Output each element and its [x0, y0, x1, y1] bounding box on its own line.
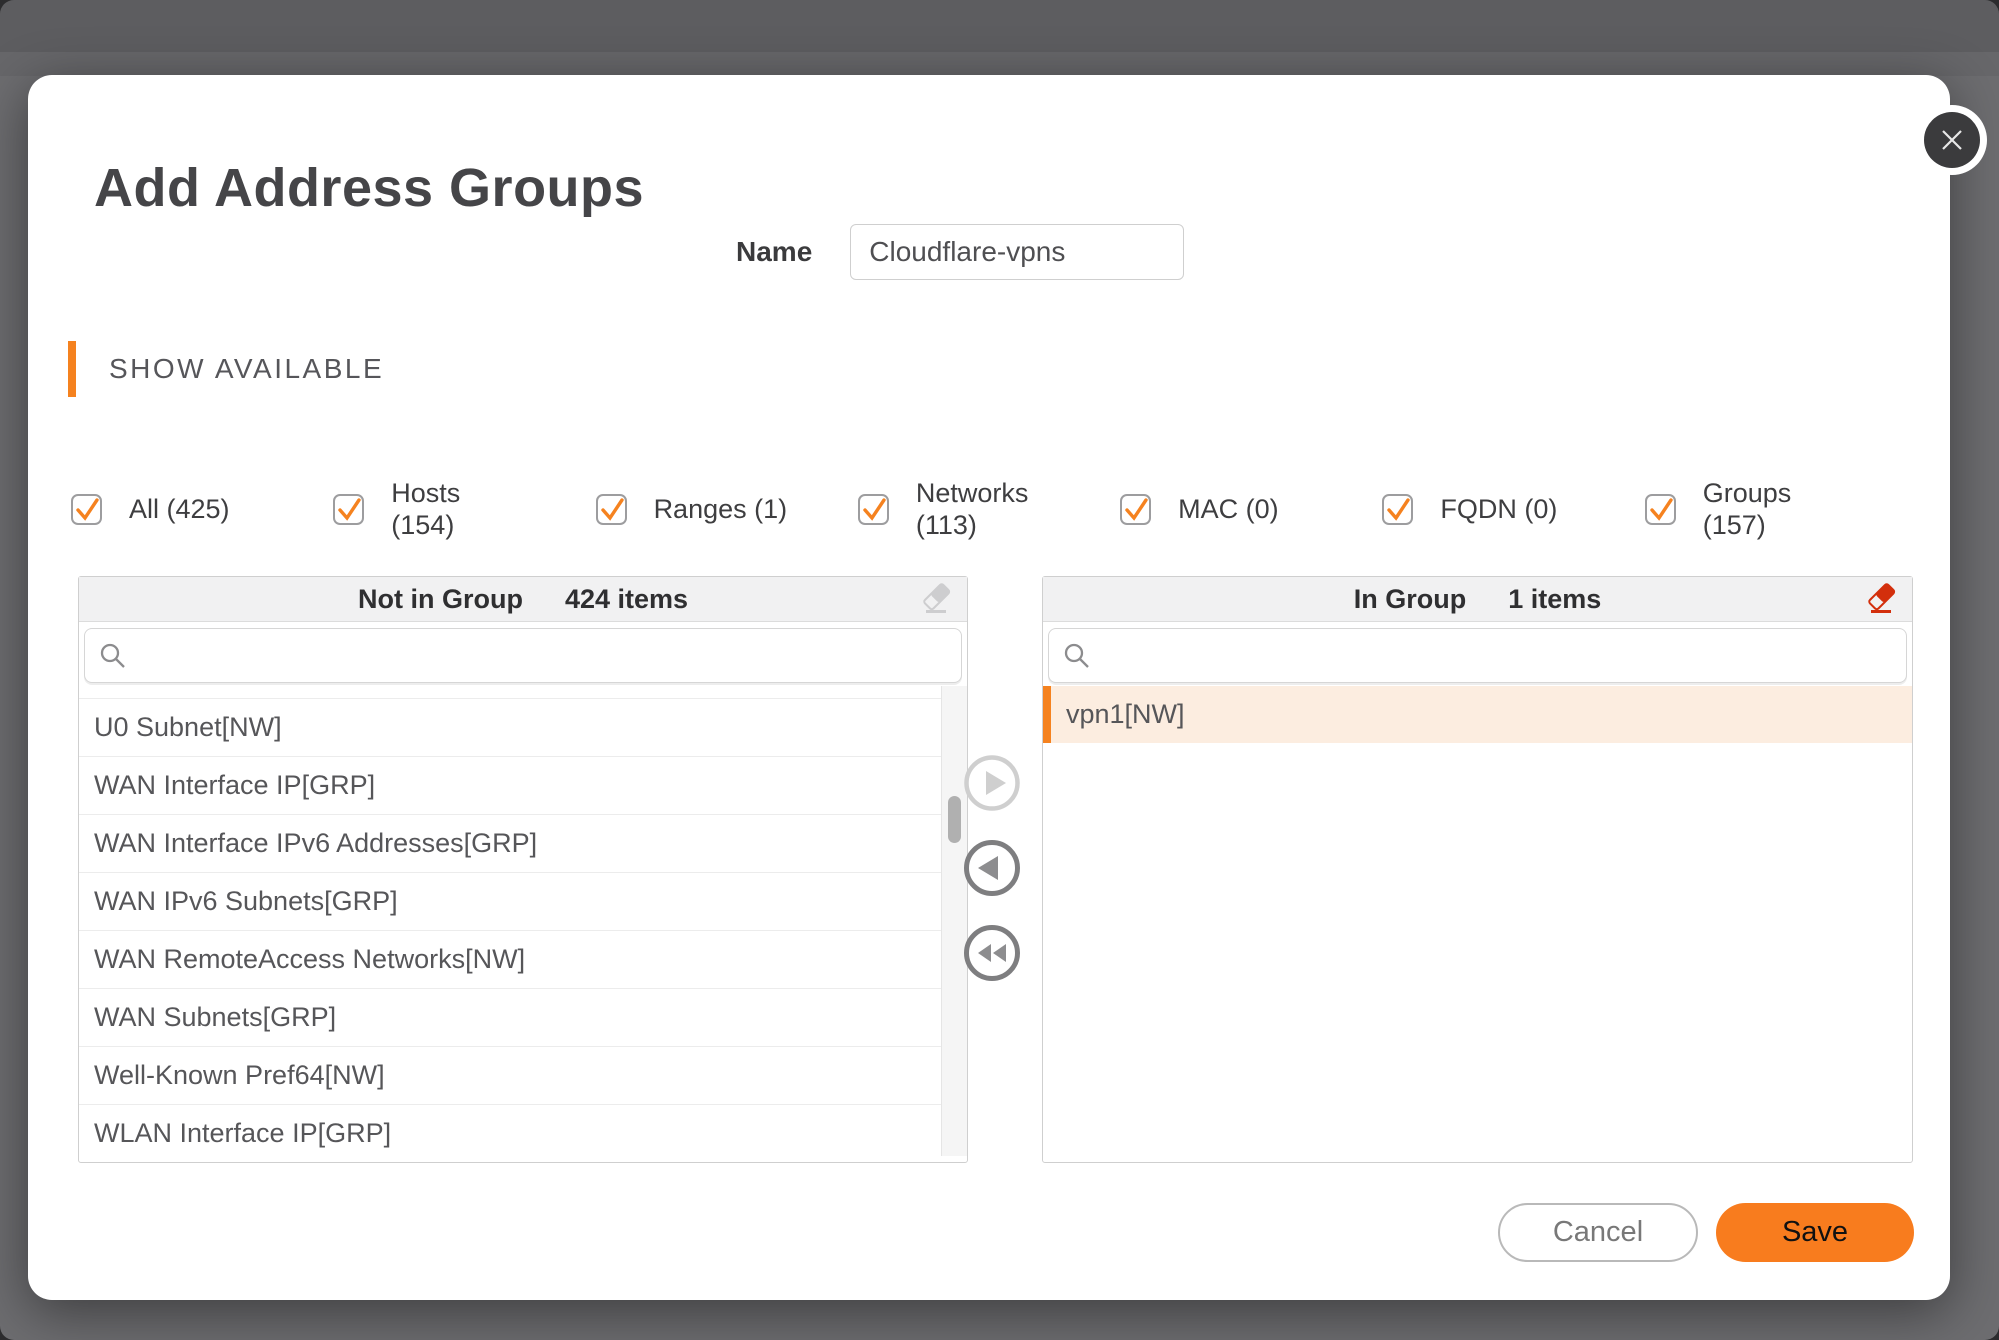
dimmed-app-tabs-strip	[0, 52, 1999, 76]
list-item-selected[interactable]: vpn1[NW]	[1043, 686, 1912, 743]
check-icon	[73, 496, 100, 523]
panel-title: In Group	[1354, 584, 1466, 615]
filter-fqdn[interactable]: FQDN (0)	[1382, 473, 1644, 545]
not-in-group-search	[84, 628, 962, 683]
check-icon	[1384, 496, 1411, 523]
panel-title: Not in Group	[358, 584, 523, 615]
in-group-search	[1048, 628, 1907, 683]
name-field-row: Name	[736, 223, 1184, 280]
checkbox-fqdn[interactable]	[1382, 494, 1413, 525]
dimmed-app-topbar	[0, 0, 1999, 52]
check-icon	[598, 496, 625, 523]
check-icon	[1647, 496, 1674, 523]
list-item[interactable]: WLAN Interface IP[GRP]	[79, 1105, 967, 1156]
filter-networks[interactable]: Networks (113)	[858, 473, 1120, 545]
move-left-button[interactable]	[963, 839, 1021, 897]
list-item[interactable]: Well-Known Pref64[NW]	[79, 1047, 967, 1105]
filter-mac[interactable]: MAC (0)	[1120, 473, 1382, 545]
filter-label: Ranges (1)	[654, 493, 788, 525]
clear-right-list-button[interactable]	[1862, 581, 1900, 619]
name-input[interactable]	[850, 224, 1184, 280]
list-item[interactable]: WAN Subnets[GRP]	[79, 989, 967, 1047]
arrow-left-circle-icon	[963, 839, 1021, 897]
not-in-group-search-input[interactable]	[140, 629, 961, 682]
move-right-button[interactable]	[963, 754, 1021, 812]
list-item-partial	[79, 686, 967, 699]
accent-bar	[68, 341, 76, 397]
filter-ranges[interactable]: Ranges (1)	[596, 473, 858, 545]
not-in-group-header: Not in Group 424 items	[79, 577, 967, 622]
clear-left-list-button[interactable]	[917, 581, 955, 619]
panel-item-count: 424 items	[565, 584, 688, 615]
filter-all[interactable]: All (425)	[71, 473, 333, 545]
filter-label: Groups (157)	[1703, 477, 1838, 542]
filter-label: All (425)	[129, 493, 230, 525]
search-icon	[98, 641, 128, 671]
list-item[interactable]: WAN IPv6 Subnets[GRP]	[79, 873, 967, 931]
close-button[interactable]	[1924, 112, 1980, 168]
name-label: Name	[736, 236, 812, 268]
in-group-header: In Group 1 items	[1043, 577, 1912, 622]
add-address-groups-dialog: Add Address Groups Name SHOW AVAILABLE A…	[28, 75, 1950, 1300]
close-icon	[1937, 125, 1967, 155]
filter-groups[interactable]: Groups (157)	[1645, 473, 1907, 545]
list-item[interactable]: WAN Interface IP[GRP]	[79, 757, 967, 815]
checkbox-all[interactable]	[71, 494, 102, 525]
in-group-search-input[interactable]	[1104, 629, 1906, 682]
filter-label: Networks (113)	[916, 477, 1041, 542]
show-available-section-header: SHOW AVAILABLE	[68, 340, 384, 397]
scrollbar-thumb[interactable]	[948, 796, 961, 843]
check-icon	[1122, 496, 1149, 523]
dialog-title: Add Address Groups	[94, 157, 644, 219]
save-button[interactable]: Save	[1716, 1203, 1914, 1262]
type-filter-row: All (425) Hosts (154) Ranges (1) Network…	[71, 473, 1907, 545]
checkbox-ranges[interactable]	[596, 494, 627, 525]
list-item[interactable]: WAN RemoteAccess Networks[NW]	[79, 931, 967, 989]
move-all-left-button[interactable]	[963, 924, 1021, 982]
dimmed-background-overlay: Add Address Groups Name SHOW AVAILABLE A…	[0, 0, 1999, 1340]
filter-label: MAC (0)	[1178, 493, 1279, 525]
checkbox-mac[interactable]	[1120, 494, 1151, 525]
checkbox-networks[interactable]	[858, 494, 889, 525]
checkbox-hosts[interactable]	[333, 494, 364, 525]
in-group-list: vpn1[NW]	[1043, 686, 1912, 1156]
transfer-button-column	[963, 754, 1021, 982]
filter-hosts[interactable]: Hosts (154)	[333, 473, 595, 545]
eraser-icon	[918, 581, 954, 617]
list-item[interactable]: U0 Subnet[NW]	[79, 699, 967, 757]
filter-label: Hosts (154)	[391, 477, 526, 542]
eraser-icon	[1863, 581, 1899, 617]
not-in-group-list: U0 Subnet[NW] WAN Interface IP[GRP] WAN …	[79, 686, 967, 1156]
panel-item-count: 1 items	[1508, 584, 1601, 615]
list-item[interactable]: WAN Interface IPv6 Addresses[GRP]	[79, 815, 967, 873]
check-icon	[860, 496, 887, 523]
filter-label: FQDN (0)	[1440, 493, 1557, 525]
double-arrow-left-circle-icon	[963, 924, 1021, 982]
not-in-group-panel: Not in Group 424 items	[78, 576, 968, 1163]
check-icon	[335, 496, 362, 523]
section-title: SHOW AVAILABLE	[109, 353, 384, 385]
cancel-button[interactable]: Cancel	[1498, 1203, 1698, 1262]
in-group-panel: In Group 1 items	[1042, 576, 1913, 1163]
search-icon	[1062, 641, 1092, 671]
checkbox-groups[interactable]	[1645, 494, 1676, 525]
arrow-right-circle-icon	[963, 754, 1021, 812]
